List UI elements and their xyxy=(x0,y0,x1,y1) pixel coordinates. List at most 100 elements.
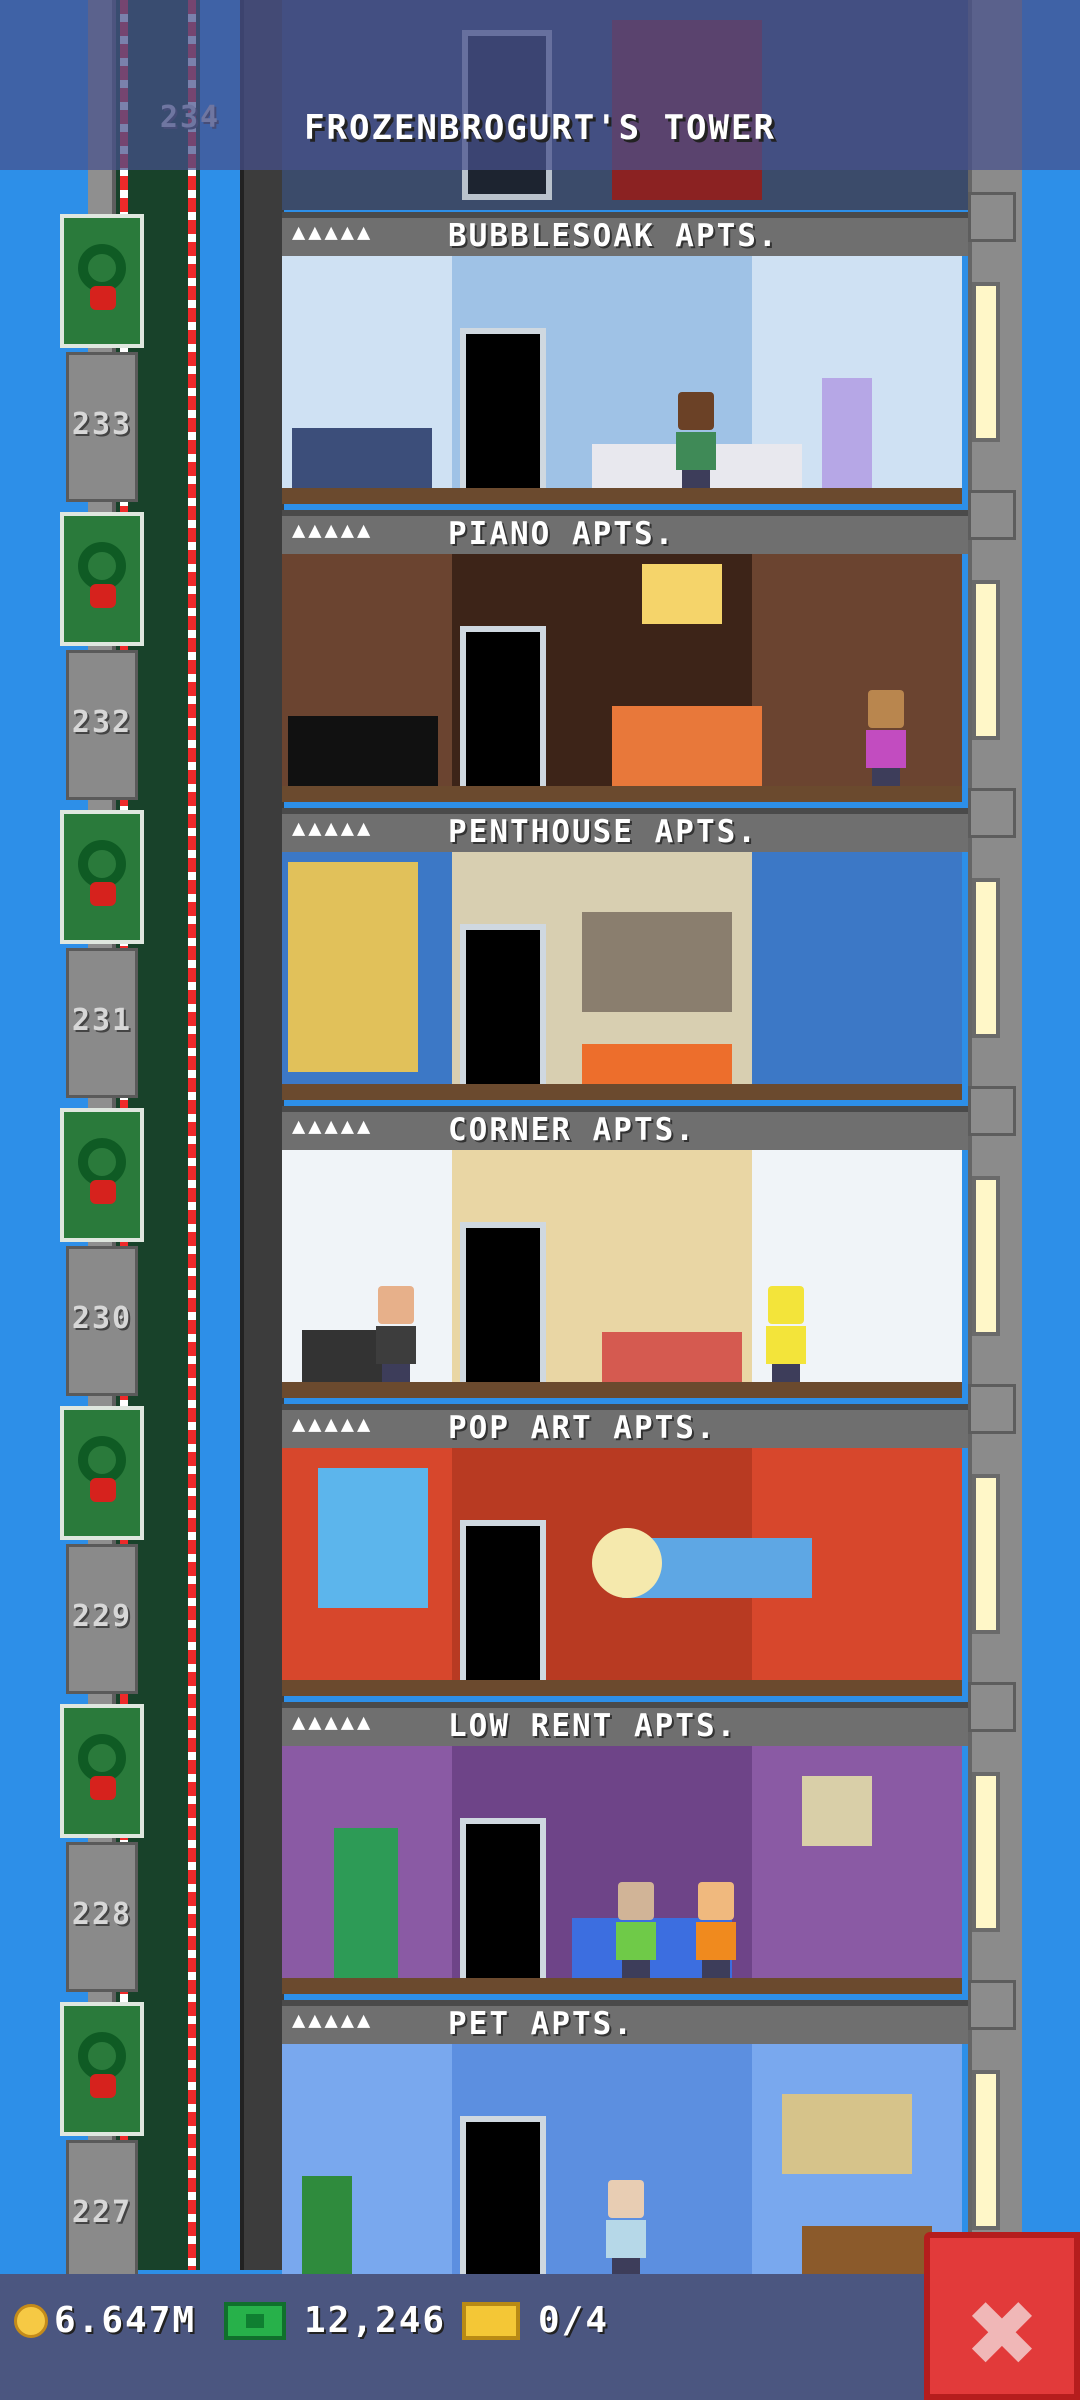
side-window xyxy=(972,580,1000,740)
bitizen[interactable] xyxy=(862,690,906,786)
star-rating: ▲▲▲▲▲ xyxy=(292,518,374,543)
bitizen-head xyxy=(378,1286,414,1324)
bitizen-legs xyxy=(872,768,900,786)
floor-number-block: 232 xyxy=(66,650,138,800)
apartment-room[interactable] xyxy=(282,554,962,802)
terrarium xyxy=(782,2094,912,2174)
door xyxy=(460,1818,546,1978)
elevator-stop[interactable]: 232 xyxy=(60,506,144,804)
apartment-room[interactable] xyxy=(282,2044,962,2292)
bitizen-body xyxy=(866,730,906,768)
floor-number: 227 xyxy=(71,2195,133,2230)
floor[interactable]: ▲▲▲▲▲ BUBBLESOAK APTS. xyxy=(282,212,968,510)
tower-bux-icon xyxy=(224,2301,286,2340)
side-window xyxy=(972,1176,1000,1336)
wreath-decoration xyxy=(60,214,144,348)
floor[interactable]: ▲▲▲▲▲ POP ART APTS. xyxy=(282,1404,968,1702)
elevator-stop[interactable]: 229 xyxy=(60,1400,144,1698)
coins-stat[interactable]: 6.647M xyxy=(14,2300,196,2341)
apartment-room[interactable] xyxy=(282,1448,962,1696)
horse xyxy=(802,2226,932,2276)
bed xyxy=(602,1332,742,1382)
floor-number-block: 233 xyxy=(66,352,138,502)
wreath-decoration xyxy=(60,2002,144,2136)
wreath-decoration xyxy=(60,810,144,944)
floor-number-block: 227 xyxy=(66,2140,138,2290)
bitizen-head xyxy=(768,1286,804,1324)
bitizen[interactable] xyxy=(672,392,716,488)
close-button[interactable]: ✖ xyxy=(924,2232,1080,2400)
side-window xyxy=(972,1772,1000,1932)
floor-name: PIANO APTS. xyxy=(448,516,676,552)
wreath-icon xyxy=(78,840,126,888)
bow-icon xyxy=(90,584,116,608)
pop-art-frame xyxy=(318,1468,428,1608)
elevator-stop[interactable]: 231 xyxy=(60,804,144,1102)
bitizen-body xyxy=(606,2220,646,2258)
wall-bracket xyxy=(968,1384,1016,1434)
floor-label: ▲▲▲▲▲ PIANO APTS. xyxy=(282,510,968,554)
elevator-rail xyxy=(240,0,284,2270)
floor[interactable]: ▲▲▲▲▲ PENTHOUSE APTS. xyxy=(282,808,968,1106)
bitizen-head xyxy=(608,2180,644,2218)
plant xyxy=(302,2176,352,2276)
bitizen[interactable] xyxy=(612,1882,656,1978)
apartment-room[interactable] xyxy=(282,1150,962,1398)
bitizen-legs xyxy=(622,1960,650,1978)
bitizen-head xyxy=(678,392,714,430)
floor-number: 230 xyxy=(71,1301,133,1336)
floor[interactable]: ▲▲▲▲▲ CORNER APTS. xyxy=(282,1106,968,1404)
bux-stat[interactable]: 12,246 xyxy=(224,2300,446,2341)
floor-number-block: 230 xyxy=(66,1246,138,1396)
wreath-decoration xyxy=(60,512,144,646)
bow-icon xyxy=(90,1180,116,1204)
door xyxy=(460,1520,546,1680)
apartment-room[interactable] xyxy=(282,1746,962,1994)
floor-label: ▲▲▲▲▲ PET APTS. xyxy=(282,2000,968,2044)
floor-name: PENTHOUSE APTS. xyxy=(448,814,758,850)
star-rating: ▲▲▲▲▲ xyxy=(292,1114,374,1139)
wall-bracket xyxy=(968,1682,1016,1732)
elevator-stop[interactable]: 233 xyxy=(60,208,144,506)
apartment-room[interactable] xyxy=(282,852,962,1100)
elevator-stop[interactable]: 227 xyxy=(60,1996,144,2294)
coins-value: 6.647M xyxy=(54,2300,197,2341)
floor-number: 233 xyxy=(71,407,133,442)
bitizen-body xyxy=(676,432,716,470)
floor[interactable]: ▲▲▲▲▲ PIANO APTS. xyxy=(282,510,968,808)
star-rating: ▲▲▲▲▲ xyxy=(292,816,374,841)
wreath-icon xyxy=(78,2032,126,2080)
floor-name: CORNER APTS. xyxy=(448,1112,696,1148)
bitizen[interactable] xyxy=(762,1286,806,1382)
bitizen[interactable] xyxy=(372,1286,416,1382)
bux-value: 12,246 xyxy=(304,2300,447,2341)
bed xyxy=(292,428,432,488)
bitizen-legs xyxy=(382,1364,410,1382)
elevator-stop[interactable]: 230 xyxy=(60,1102,144,1400)
floor[interactable]: ▲▲▲▲▲ PET APTS. xyxy=(282,2000,968,2298)
star-rating: ▲▲▲▲▲ xyxy=(292,1710,374,1735)
bitizen-legs xyxy=(772,1364,800,1382)
wall-bracket xyxy=(968,1980,1016,2030)
bow-icon xyxy=(90,1776,116,1800)
floor-name: PET APTS. xyxy=(448,2006,634,2042)
bitizen-legs xyxy=(702,1960,730,1978)
bitizen[interactable] xyxy=(602,2180,646,2276)
wreath-decoration xyxy=(60,1406,144,1540)
wreath-icon xyxy=(78,1138,126,1186)
tower-header: FROZENBROGURT'S TOWER xyxy=(0,0,1080,170)
room-floor xyxy=(282,1382,962,1398)
wreath-icon xyxy=(78,542,126,590)
tickets-stat[interactable]: 0/4 xyxy=(462,2300,609,2341)
side-window xyxy=(972,1474,1000,1634)
floor-label: ▲▲▲▲▲ PENTHOUSE APTS. xyxy=(282,808,968,852)
elevator-stop[interactable]: 228 xyxy=(60,1698,144,1996)
egg-chair xyxy=(592,1528,662,1598)
floor[interactable]: ▲▲▲▲▲ LOW RENT APTS. xyxy=(282,1702,968,2000)
bow-icon xyxy=(90,882,116,906)
floor-name: POP ART APTS. xyxy=(448,1410,717,1446)
wreath-icon xyxy=(78,1734,126,1782)
apartment-room[interactable] xyxy=(282,256,962,504)
door xyxy=(460,2116,546,2276)
bitizen[interactable] xyxy=(692,1882,736,1978)
